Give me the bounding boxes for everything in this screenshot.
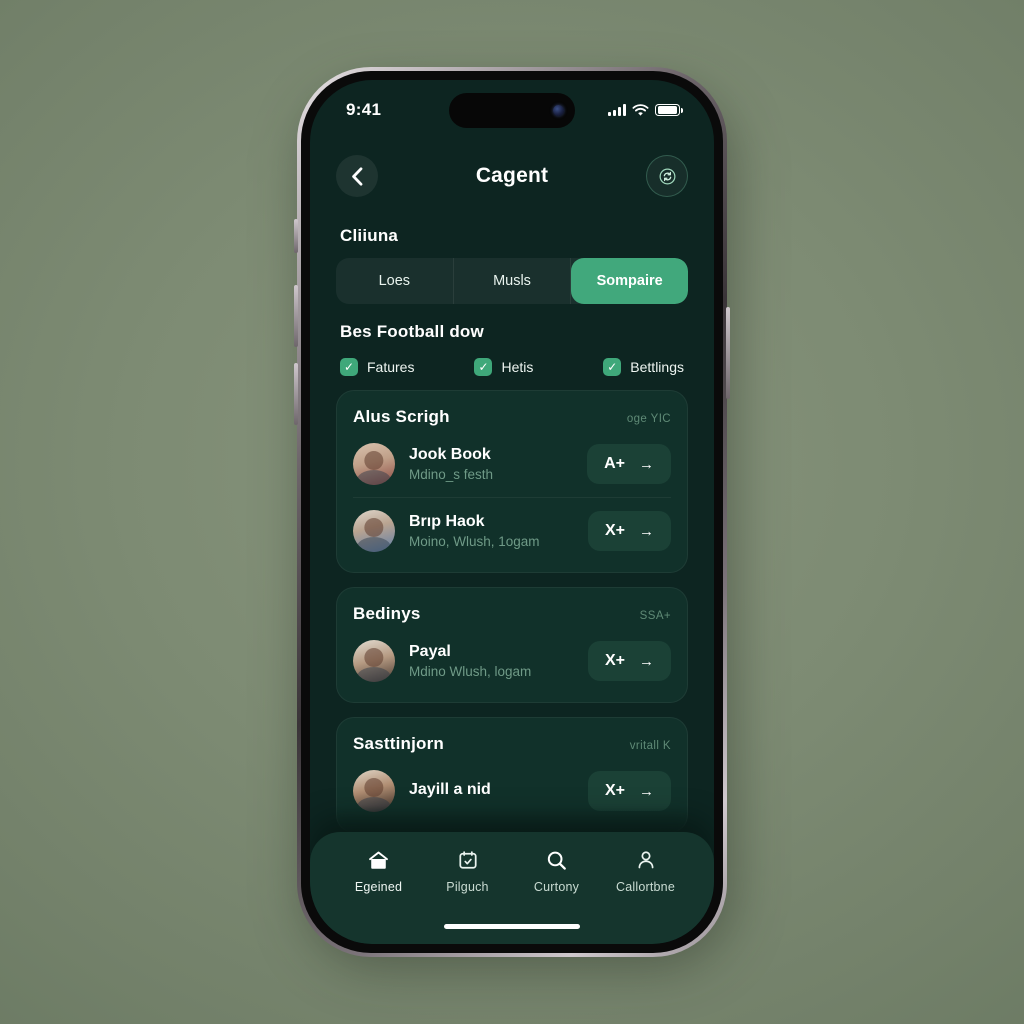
filter-fatures[interactable]: ✓ Fatures — [340, 358, 414, 376]
pill-label: X+ — [604, 522, 625, 539]
table-row[interactable]: Brıp Haok Moino, Wlush, 1ogam X+ → — [353, 497, 671, 564]
tab-label: Callortbne — [616, 880, 675, 894]
card-header: Sasttinjorn vritall K — [353, 734, 671, 754]
card-title: Alus Scrigh — [353, 407, 450, 426]
avatar — [353, 770, 395, 812]
chevron-left-icon — [352, 166, 363, 186]
phone-screen: 9:41 Cagent Cliiuna Loes Musls Sompaire … — [310, 80, 714, 944]
refresh-sync-icon — [659, 168, 675, 184]
table-row[interactable]: Payal Mdino Wlush, logam X+ → — [353, 628, 671, 694]
row-action-button[interactable]: X+ → — [587, 511, 671, 551]
row-subtitle: Mdino_s festh — [409, 467, 494, 482]
phone-frame: 9:41 Cagent Cliiuna Loes Musls Sompaire … — [294, 67, 730, 957]
row-action-button[interactable]: A+ → — [587, 444, 671, 484]
filter-bettlings[interactable]: ✓ Bettlings — [603, 358, 684, 376]
refresh-button[interactable] — [646, 155, 688, 197]
status-indicators — [608, 98, 683, 117]
row-action-button[interactable]: X+ → — [587, 641, 671, 681]
bottom-tab-bar: Egeined Pilguch Curtony Callortbne — [310, 832, 714, 944]
card-meta-badge: oge YIC — [626, 413, 671, 425]
pill-label: X+ — [604, 782, 625, 799]
row-action-button[interactable]: X+ → — [587, 771, 671, 811]
check-icon: ✓ — [340, 358, 358, 376]
card-meta-badge: vritall K — [629, 740, 671, 752]
arrow-right-icon: → — [639, 782, 654, 800]
page-title: Cagent — [475, 164, 549, 187]
check-icon: ✓ — [474, 358, 493, 376]
avatar — [353, 640, 395, 682]
arrow-right-icon: → — [639, 455, 654, 473]
tab-curtony[interactable]: Curtony — [512, 848, 601, 894]
home-indicator[interactable] — [444, 924, 580, 929]
status-clock: 9:41 — [346, 100, 382, 119]
tab-pilguch[interactable]: Pilguch — [423, 848, 512, 894]
card-title: Sasttinjorn — [353, 734, 444, 753]
person-icon — [634, 848, 658, 872]
tab-callortbne[interactable]: Callortbne — [601, 848, 690, 894]
filter-hetis[interactable]: ✓ Hetis — [474, 358, 533, 376]
check-icon: ✓ — [603, 358, 622, 376]
row-text: Brıp Haok Moino, Wlush, 1ogam — [409, 513, 588, 549]
search-icon — [545, 848, 569, 872]
table-row[interactable]: Jayill a nid X+ → — [353, 758, 671, 824]
avatar — [353, 510, 395, 552]
segment-tab-loes[interactable]: Loes — [336, 258, 454, 304]
avatar — [353, 443, 395, 485]
row-text: Jayill a nid — [409, 781, 588, 802]
status-bar: 9:41 — [310, 80, 714, 134]
silent-switch[interactable] — [294, 219, 298, 253]
nav-bar: Cagent — [310, 134, 714, 208]
battery-icon — [655, 103, 683, 117]
row-name: Jook Book — [409, 446, 491, 463]
back-button[interactable] — [336, 155, 378, 197]
row-text: Payal Mdino Wlush, logam — [409, 643, 588, 679]
tab-egeined[interactable]: Egeined — [334, 848, 423, 894]
arrow-right-icon: → — [639, 522, 654, 540]
row-name: Payal — [409, 643, 451, 660]
row-name: Jayill a nid — [409, 780, 491, 798]
cellular-bars-icon — [608, 104, 626, 116]
segment-tab-musls[interactable]: Musls — [454, 258, 572, 304]
wifi-icon — [632, 103, 649, 116]
tab-label: Pilguch — [446, 880, 489, 894]
home-icon — [367, 848, 391, 872]
arrow-right-icon: → — [639, 652, 654, 670]
pill-label: X+ — [604, 652, 625, 669]
segment-section-label: Cliiuna — [340, 226, 399, 245]
pill-label: A+ — [604, 455, 625, 472]
front-camera-icon — [553, 105, 564, 116]
list-section-label: Bes Football dow — [340, 322, 484, 341]
row-subtitle: Mdino Wlush, logam — [409, 664, 532, 679]
phone-bezel: 9:41 Cagent Cliiuna Loes Musls Sompaire … — [301, 71, 723, 953]
calendar-icon — [456, 848, 480, 872]
list-card: Bedinys SSA+ Payal Mdino Wlush, logam X+ — [336, 587, 688, 703]
tab-label: Curtony — [533, 880, 580, 894]
power-button[interactable] — [726, 307, 730, 399]
card-meta-badge: SSA+ — [639, 610, 671, 622]
main-content: Cliiuna Loes Musls Sompaire Bes Football… — [310, 226, 714, 833]
row-text: Jook Book Mdino_s festh — [409, 446, 587, 482]
card-header: Alus Scrigh oge YIC — [353, 407, 671, 427]
segmented-control[interactable]: Loes Musls Sompaire — [336, 258, 688, 304]
filter-label: Fatures — [367, 359, 415, 375]
card-header: Bedinys SSA+ — [353, 604, 671, 624]
volume-up-button[interactable] — [294, 285, 298, 347]
phone-mockup: 9:41 Cagent Cliiuna Loes Musls Sompaire … — [294, 67, 733, 967]
row-subtitle: Moino, Wlush, 1ogam — [409, 534, 540, 549]
segment-tab-sompaire[interactable]: Sompaire — [571, 258, 688, 304]
tab-label: Egeined — [354, 880, 403, 894]
tab-list: Egeined Pilguch Curtony Callortbne — [334, 848, 690, 894]
filter-row: ✓ Fatures ✓ Hetis ✓ Bettlings — [340, 358, 684, 376]
volume-down-button[interactable] — [294, 363, 298, 425]
row-name: Brıp Haok — [409, 513, 485, 530]
dynamic-island — [449, 93, 575, 128]
filter-label: Hetis — [501, 359, 534, 375]
filter-label: Bettlings — [630, 359, 684, 375]
card-title: Bedinys — [353, 604, 421, 623]
table-row[interactable]: Jook Book Mdino_s festh A+ → — [353, 431, 671, 497]
list-card: Sasttinjorn vritall K Jayill a nid X+ → — [336, 717, 688, 833]
list-card: Alus Scrigh oge YIC Jook Book Mdino_s fe… — [336, 390, 688, 573]
